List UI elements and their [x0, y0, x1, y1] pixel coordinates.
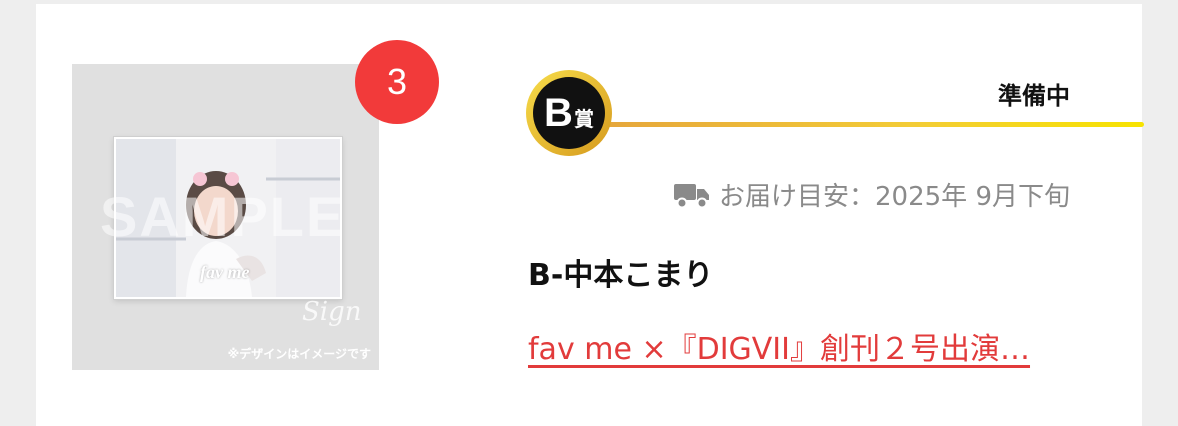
sign-overlay: Sign — [302, 297, 362, 327]
prize-badge-inner: B 賞 — [533, 77, 605, 149]
prize-b-badge: B 賞 — [526, 70, 612, 156]
fav-me-logo: fav me — [200, 262, 250, 282]
product-link[interactable]: fav me ×『DIGVII』創刊２号出演… — [528, 324, 1088, 368]
truck-icon — [674, 183, 710, 208]
delivery-text: お届け目安：2025年 9月下旬 — [719, 182, 1070, 212]
prize-divider — [564, 122, 1144, 127]
sample-watermark: SAMPLE — [100, 185, 346, 248]
image-note: ※デザインはイメージです — [227, 347, 371, 361]
rank-badge: 3 — [355, 40, 439, 124]
prize-card: Sign SAMPLE fav me ※デザインはイメージです 3 B 賞 準備… — [36, 4, 1144, 426]
prize-kanji: 賞 — [573, 109, 594, 131]
delivery-estimate: お届け目安：2025年 9月下旬 — [673, 176, 1070, 213]
prize-letter: B — [544, 91, 573, 135]
item-name: B-中本こまり — [528, 258, 714, 293]
status-label: 準備中 — [998, 82, 1070, 110]
product-image[interactable]: Sign SAMPLE fav me ※デザインはイメージです — [72, 64, 379, 370]
